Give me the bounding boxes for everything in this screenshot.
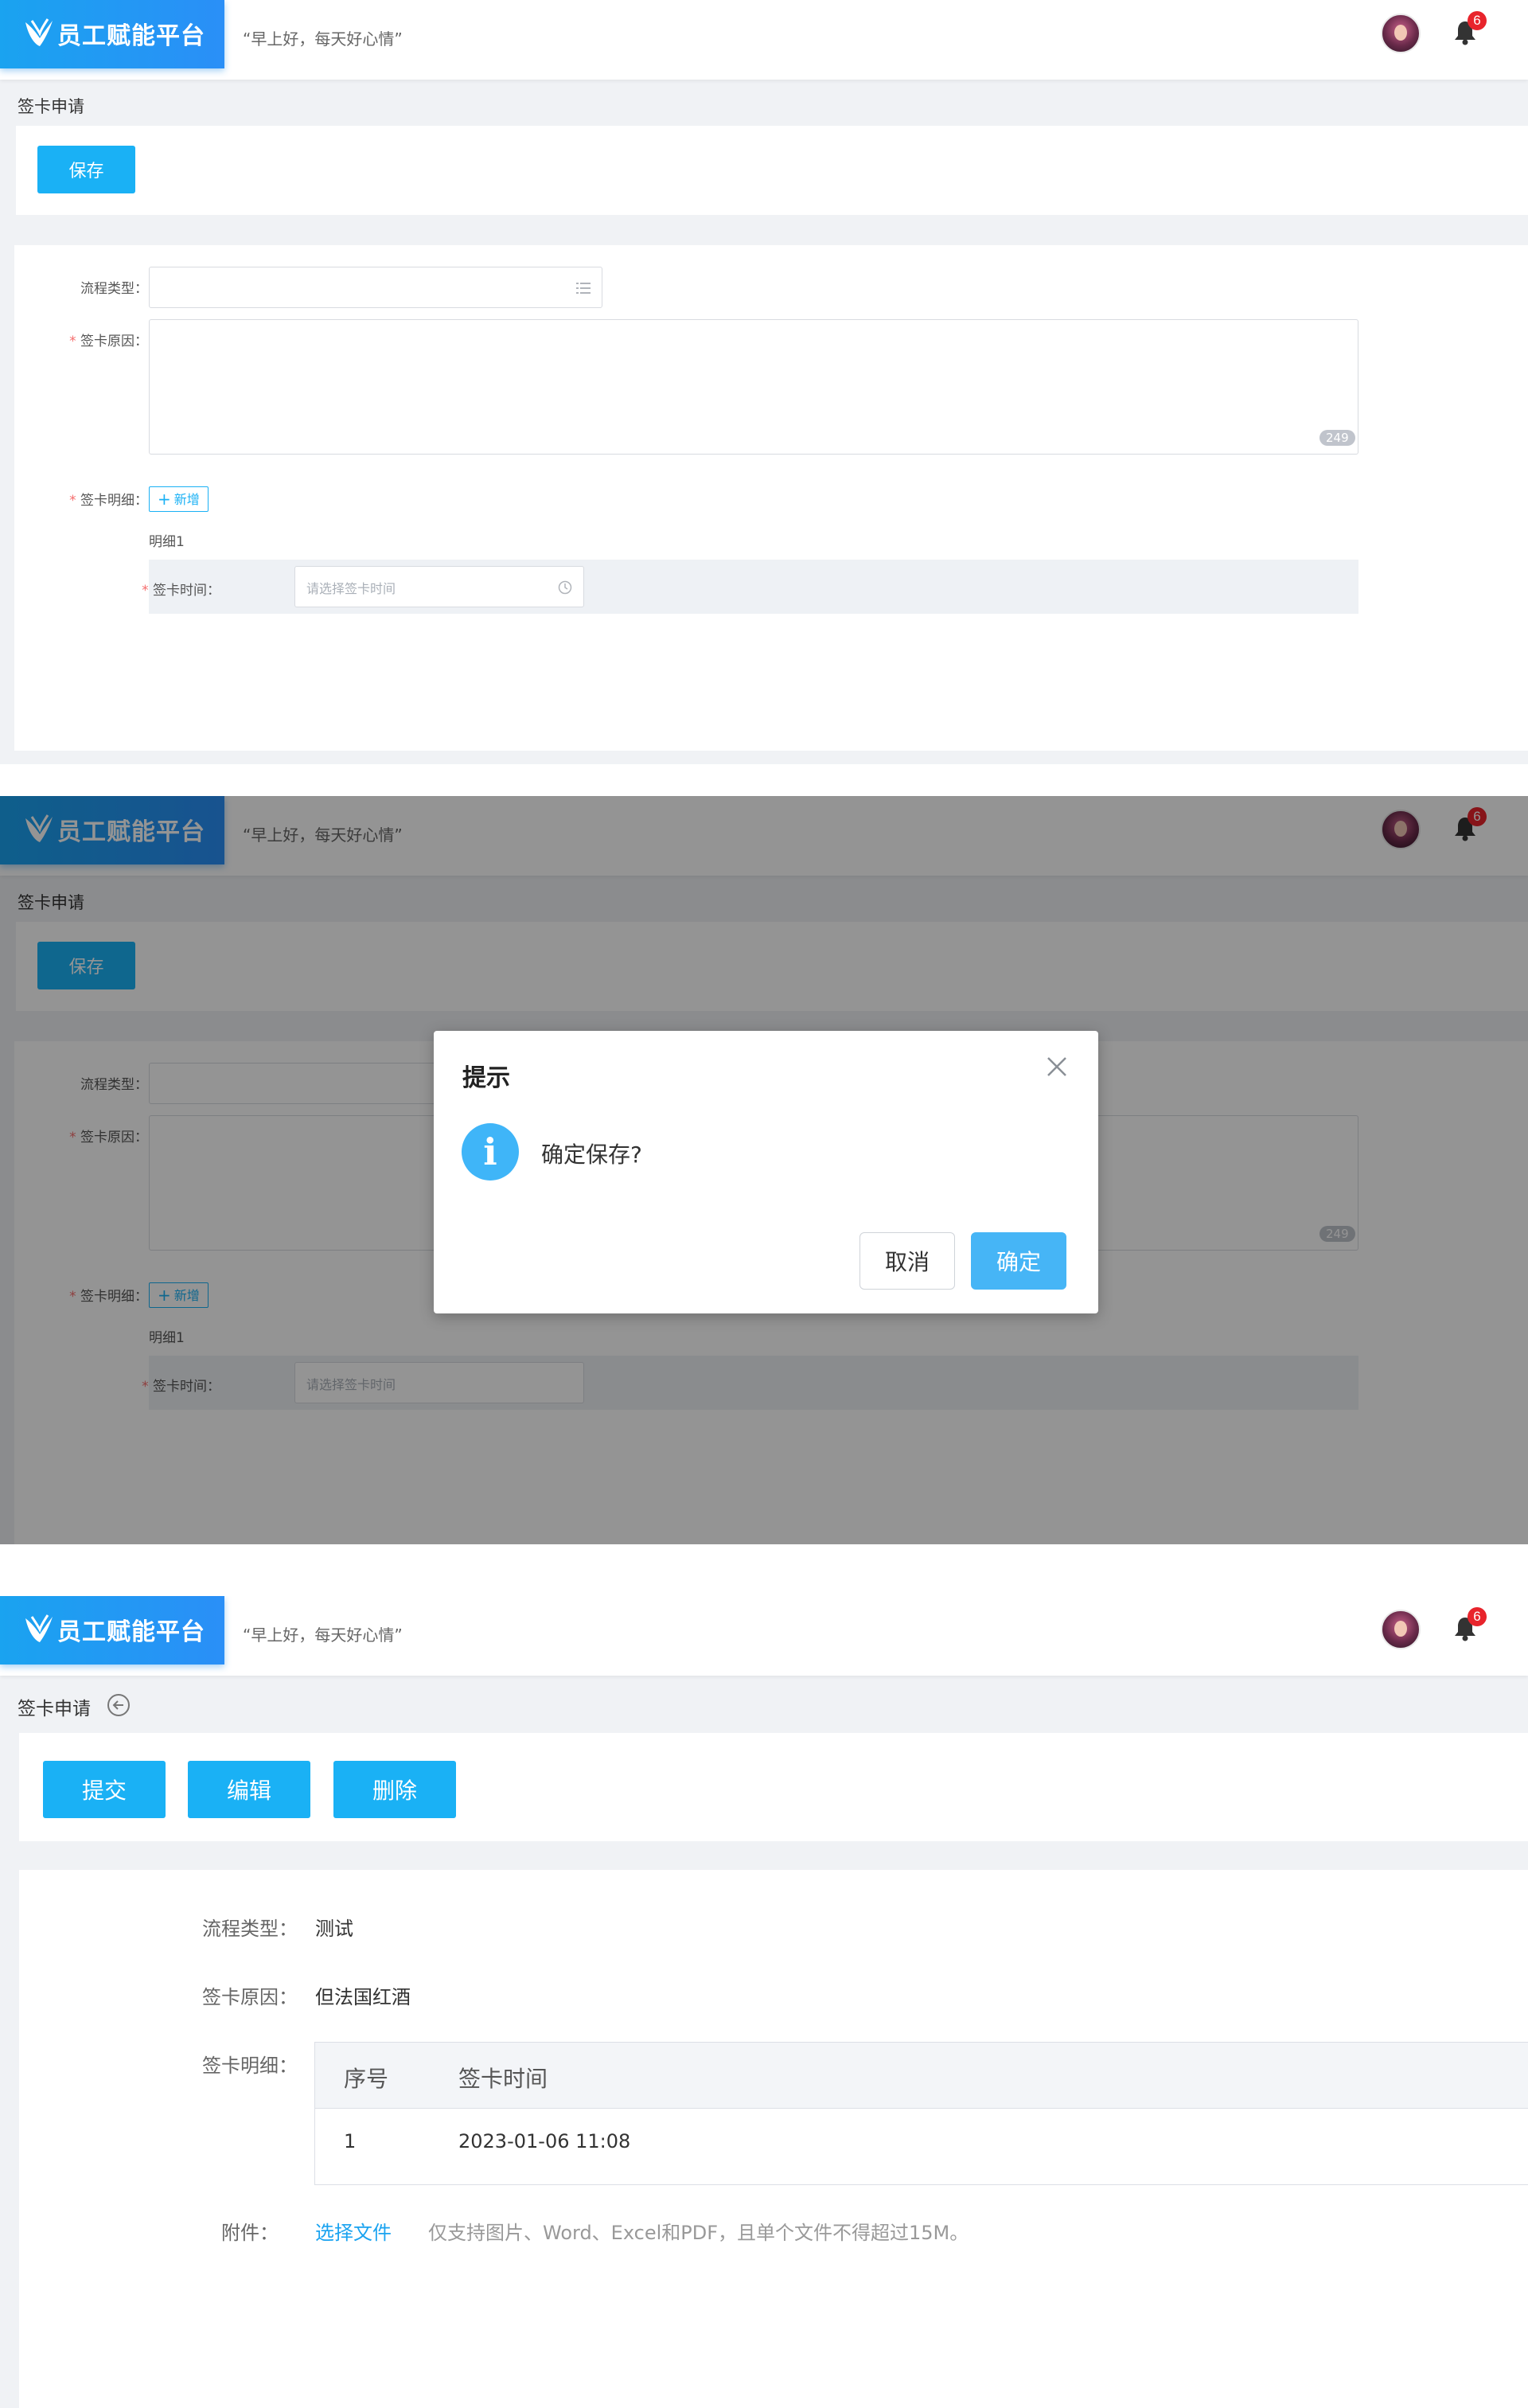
edit-button[interactable]: 编辑 (188, 1761, 310, 1818)
reason-textarea[interactable]: 249 (149, 319, 1358, 455)
time-picker[interactable]: 请选择签卡时间 (294, 566, 584, 607)
attachment-hint: 仅支持图片、Word、Excel和PDF，且单个文件不得超过15M。 (428, 2222, 969, 2244)
top-bar: 员工赋能平台 “早上好，每天好心情” 6 (0, 0, 1528, 80)
app-logo[interactable]: 员工赋能平台 (0, 0, 224, 68)
detail-label: * 签卡明细： (69, 493, 148, 509)
table-header: 序号 签卡时间 (315, 2043, 1528, 2109)
form-panel: 流程类型： * 签卡原因： 249 * 签卡明细： + 新增 明细1 * 签卡时间… (14, 245, 1528, 751)
close-icon[interactable] (1043, 1053, 1070, 1080)
choose-file-link[interactable]: 选择文件 (315, 2217, 392, 2245)
detail-table: 序号 签卡时间 1 2023-01-06 11:08 (314, 2042, 1528, 2185)
avatar[interactable] (1381, 1610, 1421, 1649)
plus-icon: + (158, 490, 171, 509)
top-bar: 员工赋能平台 “早上好，每天好心情” 6 (0, 1596, 1528, 1676)
flow-type-label: 流程类型： (80, 281, 148, 297)
confirm-dialog: 提示 i 确定保存? 取消 确定 (434, 1031, 1098, 1313)
cancel-button[interactable]: 取消 (860, 1232, 955, 1290)
dialog-screen: 员工赋能平台 “早上好，每天好心情” 6 签卡申请 保存 流程类型： * 签卡原… (0, 796, 1528, 1544)
reason-label: 签卡原因： (202, 1986, 298, 2008)
save-button[interactable]: 保存 (37, 146, 135, 193)
submit-button[interactable]: 提交 (43, 1761, 166, 1818)
flow-type-label: 流程类型： (202, 1918, 298, 1940)
detail-title: 明细1 (149, 534, 185, 550)
reason-label: * 签卡原因： (69, 334, 148, 349)
time-label: * 签卡时间： (142, 583, 220, 599)
flow-type-value: 测试 (315, 1918, 353, 1940)
attachment-label: 附件： (221, 2222, 279, 2244)
flow-type-select[interactable] (149, 267, 602, 308)
add-detail-button[interactable]: + 新增 (149, 486, 209, 512)
info-icon: i (462, 1123, 519, 1181)
table-cell: 1 (344, 2130, 357, 2152)
avatar[interactable] (1381, 14, 1421, 53)
page-title: 签卡申请 (18, 97, 84, 116)
detail-label: 签卡明细： (202, 2055, 298, 2077)
reason-value: 但法国红酒 (315, 1986, 411, 2008)
toolbar-panel: 保存 (16, 126, 1528, 215)
column-header: 签卡时间 (458, 2066, 548, 2092)
view-screen: 员工赋能平台 “早上好，每天好心情” 6 签卡申请 提交 编辑 删除 流程类型：… (0, 1596, 1528, 2408)
time-placeholder: 请选择签卡时间 (306, 581, 396, 596)
dialog-title: 提示 (462, 1064, 510, 1092)
back-arrow-icon[interactable] (107, 1693, 131, 1717)
detail-row: * 签卡时间： 请选择签卡时间 (142, 560, 1358, 614)
greeting-text: “早上好，每天好心情” (243, 29, 403, 49)
app-logo[interactable]: 员工赋能平台 (0, 1596, 224, 1665)
delete-button[interactable]: 删除 (333, 1761, 456, 1818)
list-icon (576, 283, 591, 294)
dialog-message: 确定保存? (541, 1142, 642, 1168)
page-title: 签卡申请 (18, 1699, 91, 1719)
greeting-text: “早上好，每天好心情” (243, 1625, 403, 1645)
clock-icon (558, 580, 572, 595)
table-cell: 2023-01-06 11:08 (458, 2130, 631, 2152)
app-name: 员工赋能平台 (57, 22, 205, 50)
reason-counter: 249 (1319, 430, 1355, 446)
notification-badge: 6 (1468, 11, 1487, 30)
form-screen: 员工赋能平台 “早上好，每天好心情” 6 签卡申请 保存 流程类型： * 签卡原… (0, 0, 1528, 764)
logo-mark-icon (25, 1614, 53, 1642)
logo-mark-icon (25, 18, 53, 46)
column-header: 序号 (344, 2066, 389, 2092)
confirm-button[interactable]: 确定 (971, 1232, 1066, 1290)
toolbar-panel: 提交 编辑 删除 (19, 1733, 1528, 1841)
app-name: 员工赋能平台 (57, 1618, 205, 1646)
notification-badge: 6 (1468, 1607, 1487, 1626)
